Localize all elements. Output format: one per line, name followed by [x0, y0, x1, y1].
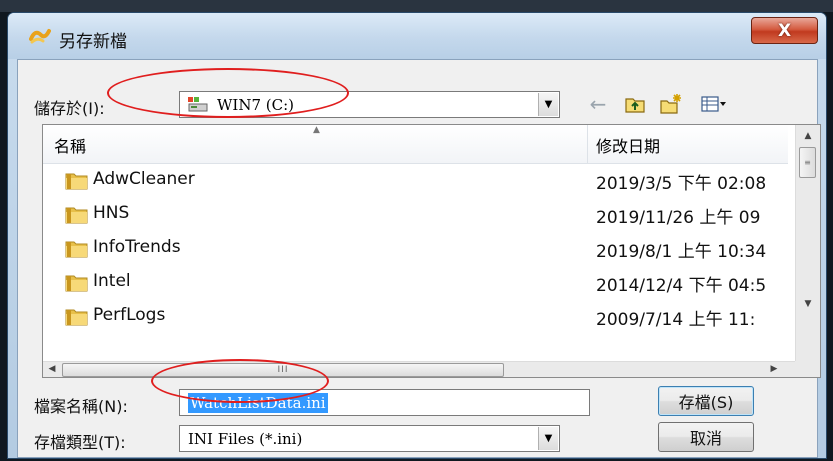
column-divider[interactable] — [587, 125, 588, 163]
scrollbar-corner — [795, 361, 820, 377]
file-name-label: 檔案名稱(N): — [34, 397, 128, 416]
up-folder-button[interactable] — [622, 92, 648, 116]
desktop-background — [0, 0, 833, 12]
file-name-input[interactable]: WatchListData.ini — [179, 389, 590, 416]
list-item[interactable]: PerfLogs 2009/7/14 上午 11: — [43, 299, 788, 333]
close-button[interactable]: X — [751, 17, 818, 44]
save-button[interactable]: 存檔(S) — [658, 386, 754, 416]
modified-date-cell: 2019/3/5 下午 02:08 — [596, 174, 767, 194]
save-in-value: WIN7 (C:) — [217, 96, 295, 114]
cancel-button[interactable]: 取消 — [658, 422, 754, 452]
back-arrow-icon: ← — [589, 92, 607, 116]
save-in-dropdown[interactable]: WIN7 (C:) ▼ — [179, 91, 560, 118]
drive-icon — [188, 97, 208, 112]
list-item[interactable]: HNS 2019/11/26 上午 09 — [43, 197, 788, 231]
column-header-name[interactable]: 名稱 — [54, 133, 86, 157]
scroll-grip: III — [277, 365, 289, 375]
folder-icon — [65, 275, 88, 292]
chevron-down-icon[interactable]: ▼ — [538, 93, 558, 116]
file-name-cell: InfoTrends — [93, 237, 181, 257]
folder-icon — [65, 173, 88, 190]
view-menu-button[interactable] — [694, 92, 734, 116]
new-folder-button[interactable] — [658, 92, 684, 116]
folder-icon — [65, 207, 88, 224]
list-item[interactable]: AdwCleaner 2019/3/5 下午 02:08 — [43, 163, 788, 197]
scroll-right-icon[interactable]: ▶ — [765, 360, 783, 377]
list-item[interactable]: InfoTrends 2019/8/1 上午 10:34 — [43, 231, 788, 265]
file-list[interactable]: ▲ 名稱 修改日期 AdwCleaner 2019/3/5 下午 02:08 HNS… — [42, 124, 821, 378]
file-name-value: WatchListData.ini — [188, 393, 328, 413]
title-bar[interactable]: 另存新檔 X — [8, 13, 826, 59]
file-type-value: INI Files (*.ini) — [188, 430, 303, 448]
close-icon: X — [777, 20, 792, 41]
app-logo-icon — [29, 29, 51, 44]
column-header-date[interactable]: 修改日期 — [596, 133, 660, 157]
up-folder-icon — [625, 98, 645, 113]
file-name-cell: PerfLogs — [93, 305, 166, 325]
folder-icon — [65, 241, 88, 258]
sort-ascending-icon: ▲ — [313, 125, 320, 135]
save-as-dialog: 另存新檔 X 儲存於(I): WIN7 (C:) ▼ ← ▲ 名稱 修改日期 A… — [7, 12, 827, 459]
file-type-dropdown[interactable]: INI Files (*.ini) ▼ — [179, 425, 560, 452]
horizontal-scrollbar[interactable]: ◀ III ▶ — [43, 360, 795, 377]
modified-date-cell: 2019/8/1 上午 10:34 — [596, 242, 767, 262]
chevron-down-icon[interactable]: ▼ — [538, 427, 558, 450]
back-button[interactable]: ← — [586, 92, 610, 116]
view-menu-icon — [701, 96, 726, 112]
list-item[interactable]: Intel 2014/12/4 下午 04:5 — [43, 265, 788, 299]
new-folder-icon — [660, 94, 681, 114]
dialog-title: 另存新檔 — [59, 32, 127, 52]
file-type-label: 存檔類型(T): — [34, 433, 126, 452]
file-name-cell: Intel — [93, 271, 131, 291]
scroll-left-icon[interactable]: ◀ — [43, 360, 61, 377]
modified-date-cell: 2014/12/4 下午 04:5 — [596, 276, 767, 296]
vertical-scrollbar[interactable]: ▲ ≡ ▼ — [795, 125, 820, 361]
folder-icon — [65, 309, 88, 326]
dialog-client-area: 儲存於(I): WIN7 (C:) ▼ ← ▲ 名稱 修改日期 AdwClean… — [17, 59, 821, 458]
horizontal-scroll-thumb[interactable]: III — [62, 363, 504, 377]
scroll-down-icon[interactable]: ▼ — [796, 293, 820, 315]
list-header: ▲ 名稱 修改日期 — [43, 125, 788, 164]
modified-date-cell: 2019/11/26 上午 09 — [596, 208, 761, 228]
modified-date-cell: 2009/7/14 上午 11: — [596, 310, 756, 330]
file-name-cell: AdwCleaner — [93, 169, 195, 189]
vertical-scroll-thumb[interactable]: ≡ — [799, 147, 816, 178]
file-name-cell: HNS — [93, 203, 130, 223]
save-in-label: 儲存於(I): — [34, 99, 105, 118]
scroll-up-icon[interactable]: ▲ — [796, 125, 820, 147]
